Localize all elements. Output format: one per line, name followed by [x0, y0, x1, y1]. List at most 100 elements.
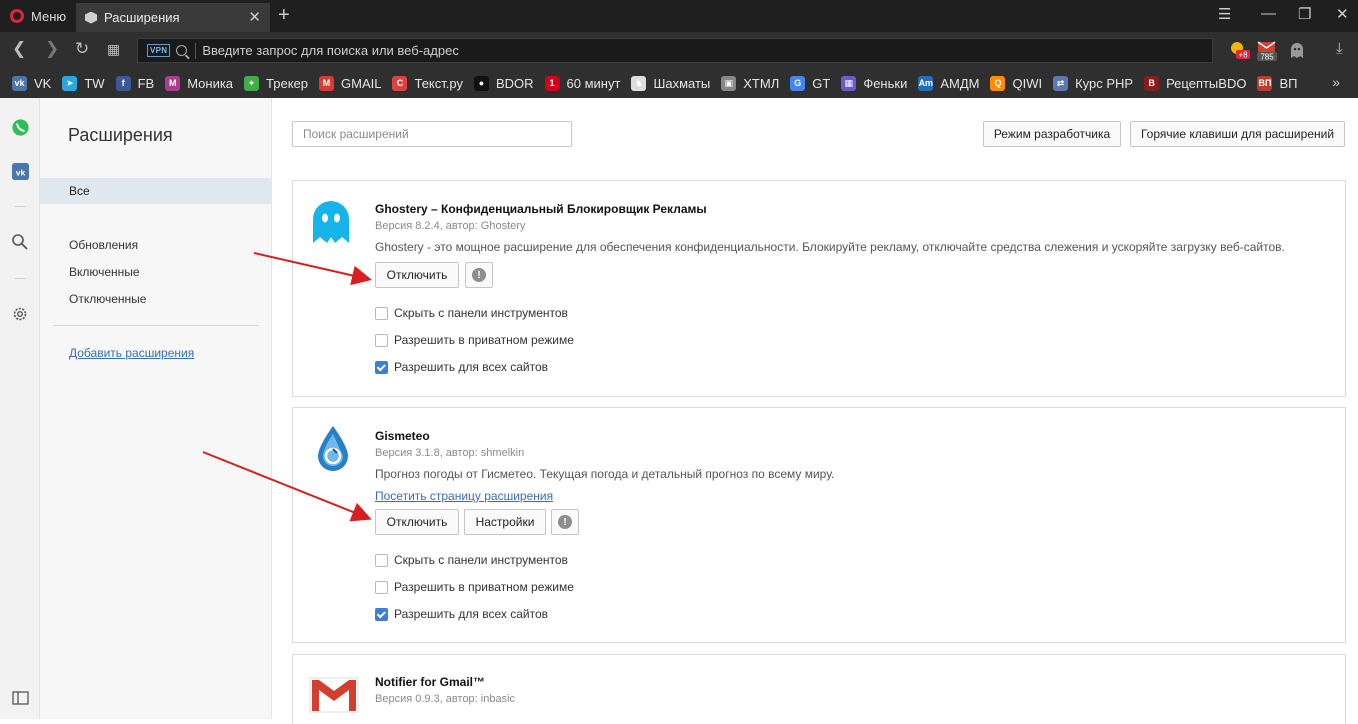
new-tab-plus-icon[interactable]: +	[278, 4, 290, 27]
rail-divider	[14, 278, 26, 279]
badge-plus: +8	[1238, 51, 1248, 60]
bookmark-item[interactable]: ➤ TW	[62, 75, 105, 91]
ghost-extension-icon[interactable]	[1289, 41, 1305, 64]
minimize-icon[interactable]: —	[1261, 5, 1276, 22]
option-hide-toolbar[interactable]: Скрыть с панели инструментов	[375, 306, 568, 320]
sidebar-toggle-icon[interactable]	[10, 688, 30, 708]
bookmark-item[interactable]: ▣ ХТМЛ	[721, 75, 780, 91]
60min-icon: 1	[544, 75, 560, 91]
bookmarks-bar: vk VK ➤ TW f FB M Моника ✦ Трекер M GMAIL C Текст.ру ●…	[0, 68, 1358, 98]
extension-name: Ghostery – Конфиденциальный Блокировщик …	[375, 202, 707, 216]
vk-sidebar-icon[interactable]: vk	[10, 161, 30, 181]
address-bar[interactable]: VPN Введите запрос для поиска или веб-ад…	[137, 38, 1213, 63]
tab-extensions[interactable]: Расширения ✕	[76, 3, 270, 32]
bookmark-label: Трекер	[266, 75, 309, 91]
mail-extension-icon[interactable]: 785	[1256, 40, 1278, 67]
checkbox[interactable]	[375, 333, 388, 347]
speed-dial-icon[interactable]: ▦	[107, 40, 120, 58]
address-placeholder: Введите запрос для поиска или веб-адрес	[202, 43, 459, 58]
nav-item-disabled[interactable]: Отключенные	[69, 292, 146, 306]
opera-logo-icon	[10, 9, 24, 23]
checkbox-checked[interactable]	[375, 360, 388, 374]
nav-item-updates[interactable]: Обновления	[69, 238, 138, 252]
bookmark-label: ВП	[1279, 75, 1298, 91]
gmail-icon: M	[319, 75, 335, 91]
option-label: Скрыть с панели инструментов	[394, 553, 568, 567]
close-window-icon[interactable]: ✕	[1336, 5, 1349, 23]
bdor-icon: ●	[473, 75, 489, 91]
google-translate-icon: G	[790, 75, 806, 91]
qiwi-icon: Q	[990, 75, 1006, 91]
option-hide-toolbar[interactable]: Скрыть с панели инструментов	[375, 553, 568, 567]
visit-extension-page-link[interactable]: Посетить страницу расширения	[375, 489, 553, 503]
svg-text:vk: vk	[15, 167, 25, 177]
bookmark-item[interactable]: ✦ Трекер	[244, 75, 309, 91]
tab-bar: Меню Расширения ✕ + ☰ — ❐ ✕	[0, 0, 1358, 32]
add-extensions-link[interactable]: Добавить расширения	[69, 346, 194, 360]
checkbox[interactable]	[375, 553, 388, 567]
checkbox-checked[interactable]	[375, 607, 388, 621]
bookmark-item[interactable]: B РецептыBDO	[1144, 75, 1247, 91]
exclamation-icon: !	[558, 515, 572, 529]
bookmark-item[interactable]: M Моника	[165, 75, 233, 91]
opera-menu-button[interactable]: Меню	[0, 0, 74, 32]
whatsapp-icon[interactable]	[10, 117, 30, 137]
bookmark-item[interactable]: ⇄ Курс PHP	[1053, 75, 1133, 91]
settings-gear-icon[interactable]	[10, 304, 30, 324]
option-allow-all-sites[interactable]: Разрешить для всех сайтов	[375, 360, 548, 374]
tab-menu-icon[interactable]: ☰	[1218, 5, 1231, 23]
bookmark-item[interactable]: C Текст.ру	[392, 75, 463, 91]
nav-divider	[53, 325, 259, 326]
developer-mode-button[interactable]: Режим разработчика	[983, 121, 1121, 147]
download-icon[interactable]: ⤓	[1336, 40, 1343, 58]
bookmark-item[interactable]: M GMAIL	[319, 75, 381, 91]
vpn-badge[interactable]: VPN	[147, 44, 171, 57]
textru-icon: C	[392, 75, 408, 91]
bookmarks-more-icon[interactable]: »	[1332, 74, 1340, 90]
search-extensions-input[interactable]	[292, 121, 572, 147]
bookmark-item[interactable]: Q QIWI	[990, 75, 1042, 91]
ghostery-logo-icon	[309, 197, 353, 252]
bookmark-item[interactable]: ♞ Шахматы	[631, 75, 710, 91]
extension-name: Gismeteo	[375, 429, 430, 443]
extensions-navigation: Расширения Все Обновления Включенные Отк…	[40, 98, 272, 719]
reload-icon[interactable]: ↻	[75, 40, 89, 58]
bookmark-item[interactable]: G GT	[790, 75, 830, 91]
search-sidebar-icon[interactable]	[10, 232, 30, 252]
back-icon[interactable]: ❮	[12, 40, 26, 58]
notification-extension-icon[interactable]: +8	[1229, 40, 1251, 67]
hotkeys-button[interactable]: Горячие клавиши для расширений	[1130, 121, 1345, 147]
telegram-icon: ➤	[62, 75, 78, 91]
bookmark-label: ХТМЛ	[743, 75, 780, 91]
option-label: Разрешить в приватном режиме	[394, 333, 574, 347]
checkbox[interactable]	[375, 306, 388, 320]
forward-icon[interactable]: ❯	[45, 40, 59, 58]
disable-button[interactable]: Отключить	[375, 262, 459, 288]
bookmark-label: РецептыBDO	[1166, 75, 1247, 91]
settings-button[interactable]: Настройки	[464, 509, 546, 535]
bookmark-item[interactable]: ● BDOR	[473, 75, 534, 91]
option-allow-private[interactable]: Разрешить в приватном режиме	[375, 333, 574, 347]
bookmark-item[interactable]: ВП ВП	[1257, 75, 1298, 91]
mail-count: 785	[1260, 53, 1274, 62]
report-button[interactable]: !	[551, 509, 579, 535]
bookmark-item[interactable]: 1 60 минут	[544, 75, 620, 91]
bookmark-item[interactable]: Am АМДМ	[918, 75, 979, 91]
bookmark-item[interactable]: ▦ Феньки	[841, 75, 907, 91]
extension-description: Прогноз погоды от Гисметео. Текущая пого…	[375, 467, 835, 481]
bookmark-item[interactable]: f FB	[115, 75, 154, 91]
search-icon	[176, 45, 188, 56]
bookmark-item[interactable]: vk VK	[12, 75, 52, 91]
option-allow-private[interactable]: Разрешить в приватном режиме	[375, 580, 574, 594]
checkbox[interactable]	[375, 580, 388, 594]
bookmark-label: VK	[34, 75, 52, 91]
option-label: Разрешить для всех сайтов	[394, 607, 549, 621]
nav-item-enabled[interactable]: Включенные	[69, 265, 140, 279]
option-allow-all-sites[interactable]: Разрешить для всех сайтов	[375, 607, 548, 621]
extension-version: Версия 8.2.4, автор: Ghostery	[375, 220, 526, 232]
close-tab-icon[interactable]: ✕	[248, 8, 261, 26]
nav-item-all[interactable]: Все	[40, 178, 271, 204]
report-button[interactable]: !	[465, 262, 493, 288]
disable-button[interactable]: Отключить	[375, 509, 459, 535]
maximize-icon[interactable]: ❐	[1298, 5, 1311, 23]
